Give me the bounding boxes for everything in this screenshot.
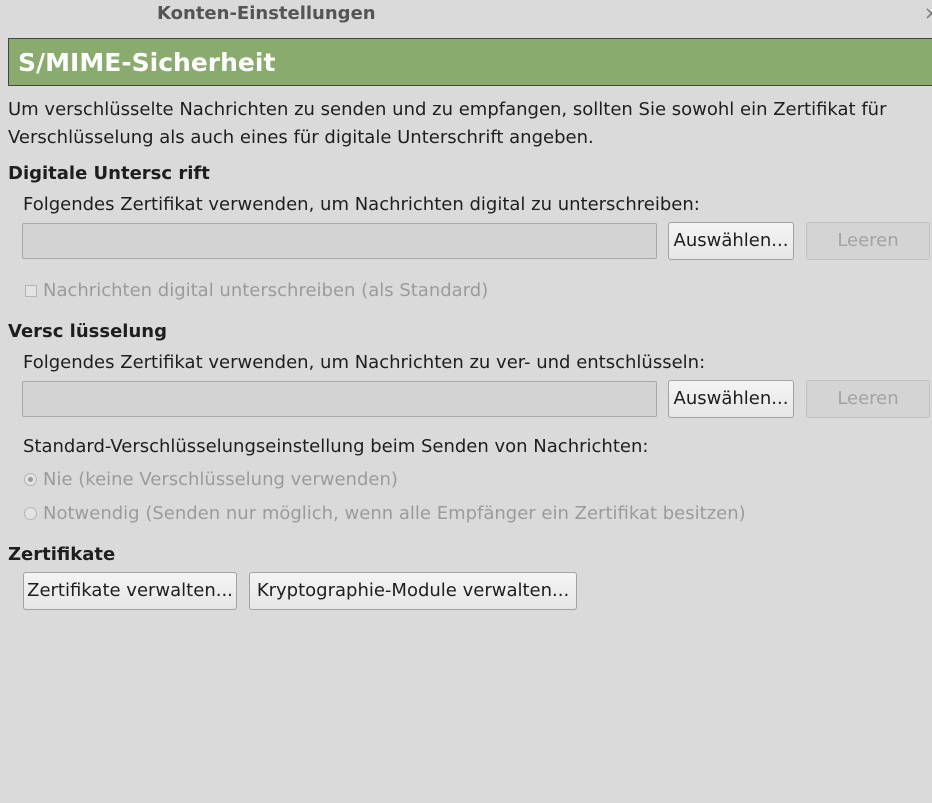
window-title: Konten-Einstellungen — [157, 3, 376, 24]
encryption-cert-label: Folgendes Zertifikat verwenden, um Nachr… — [23, 352, 706, 373]
section-encryption: Versc lüsselung — [8, 321, 167, 342]
intro-text: Um verschlüsselte Nachrichten zu senden … — [8, 99, 887, 148]
encryption-select-button[interactable]: Auswählen... — [668, 380, 794, 418]
sign-default-checkbox[interactable] — [25, 285, 37, 297]
radio-never[interactable] — [24, 473, 37, 486]
radio-never-label: Nie (keine Verschlüsselung verwenden) — [43, 469, 398, 490]
section-certificates: Zertifikate — [8, 544, 116, 565]
section-digital-signature: Digitale Untersc rift — [8, 163, 210, 184]
manage-crypto-modules-button[interactable]: Kryptographie-Module verwalten... — [249, 572, 577, 610]
encryption-default-label: Standard-Verschlüsselungseinstellung bei… — [23, 436, 649, 457]
sign-default-label: Nachrichten digital unterschreiben (als … — [43, 280, 489, 301]
page-header: S/MIME-Sicherheit — [8, 38, 932, 86]
encryption-clear-button[interactable]: Leeren — [806, 380, 930, 418]
close-icon[interactable]: × — [924, 3, 932, 24]
encryption-cert-field[interactable] — [22, 381, 657, 417]
radio-required-label: Notwendig (Senden nur möglich, wenn alle… — [43, 503, 746, 524]
signing-cert-field[interactable] — [22, 223, 657, 259]
signing-cert-label: Folgendes Zertifikat verwenden, um Nachr… — [23, 194, 700, 215]
title-bar: Konten-Einstellungen × — [0, 0, 932, 28]
radio-required[interactable] — [24, 507, 37, 520]
signing-select-button[interactable]: Auswählen... — [668, 222, 794, 260]
manage-certificates-button[interactable]: Zertifikate verwalten... — [23, 572, 237, 610]
page-title: S/MIME-Sicherheit — [18, 48, 276, 77]
signing-clear-button[interactable]: Leeren — [806, 222, 930, 260]
